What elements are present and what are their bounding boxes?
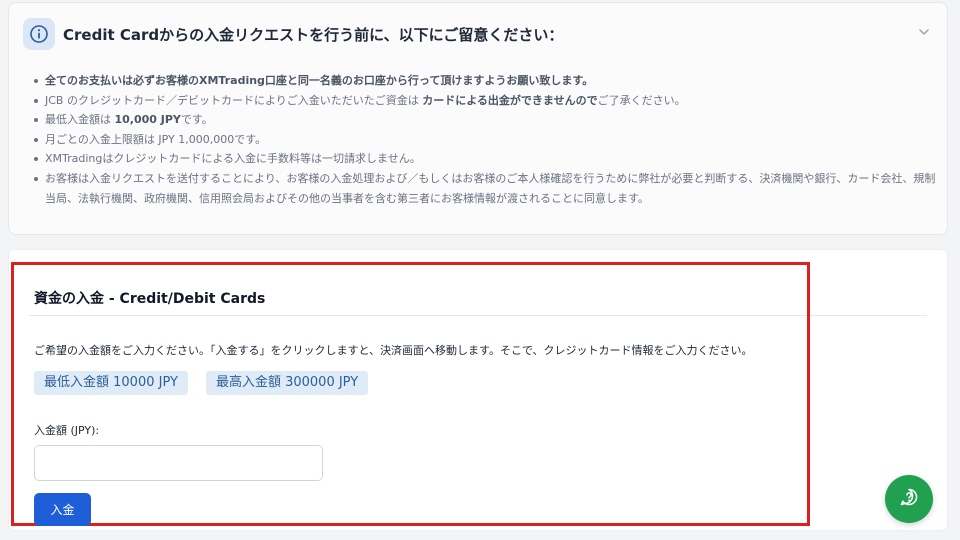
deposit-limits: 最低入金額 10000 JPY 最高入金額 300000 JPY <box>34 371 369 395</box>
rule-emphasis: 10,000 JPY <box>114 113 181 127</box>
deposit-notice-panel: Credit Cardからの入金リクエストを行う前に、以下にご留意ください： 全… <box>8 2 948 235</box>
notice-rules-list: 全てのお支払いは必ずお客様のXMTrading口座と同一名義のお口座から行って頂… <box>31 71 941 208</box>
rule-emphasis: カードによる出金ができませんので <box>422 93 598 107</box>
deposit-description: ご希望の入金額をご入力ください。「入金する」をクリックしますと、決済画面へ移動し… <box>34 344 753 357</box>
rule-jcb-withdrawal: JCB のクレジットカード／デビットカードによりご入金いただいたご資金は カード… <box>31 91 941 111</box>
min-amount-badge: 最低入金額 10000 JPY <box>34 371 188 395</box>
deposit-form-card: 資金の入金 - Credit/Debit Cards ご希望の入金額をご入力くだ… <box>8 249 948 531</box>
rule-no-fees: XMTradingはクレジットカードによる入金に手数料等は一切請求しません。 <box>31 149 941 169</box>
info-icon <box>23 18 55 50</box>
highlight-box: 資金の入金 - Credit/Debit Cards ご希望の入金額をご入力くだ… <box>11 262 810 526</box>
deposit-submit-button[interactable]: 入金 <box>34 493 91 526</box>
deposit-title: 資金の入金 - Credit/Debit Cards <box>34 291 266 307</box>
help-chat-icon <box>899 487 919 511</box>
max-amount-badge: 最高入金額 300000 JPY <box>205 371 369 395</box>
amount-input[interactable] <box>34 445 323 481</box>
rule-text: です。 <box>180 113 213 127</box>
rule-text: 最低入金額は <box>45 113 115 127</box>
rule-text: ご了承ください。 <box>597 93 686 107</box>
rule-data-consent: お客様は入金リクエストを送付することにより、お客様の入金処理および／もしくはお客… <box>31 169 941 208</box>
notice-header: Credit Cardからの入金リクエストを行う前に、以下にご留意ください： <box>23 17 563 51</box>
rule-text: JCB のクレジットカード／デビットカードによりご入金いただいたご資金は <box>45 93 423 107</box>
help-chat-button[interactable] <box>885 475 933 523</box>
rule-minimum-deposit: 最低入金額は 10,000 JPYです。 <box>31 110 941 130</box>
amount-label: 入金額 (JPY): <box>34 424 100 437</box>
rule-same-name-account: 全てのお支払いは必ずお客様のXMTrading口座と同一名義のお口座から行って頂… <box>31 71 941 91</box>
chevron-down-icon[interactable] <box>915 23 933 41</box>
rule-monthly-limit: 月ごとの入金上限額は JPY 1,000,000です。 <box>31 130 941 150</box>
notice-title: Credit Cardからの入金リクエストを行う前に、以下にご留意ください： <box>63 25 564 44</box>
